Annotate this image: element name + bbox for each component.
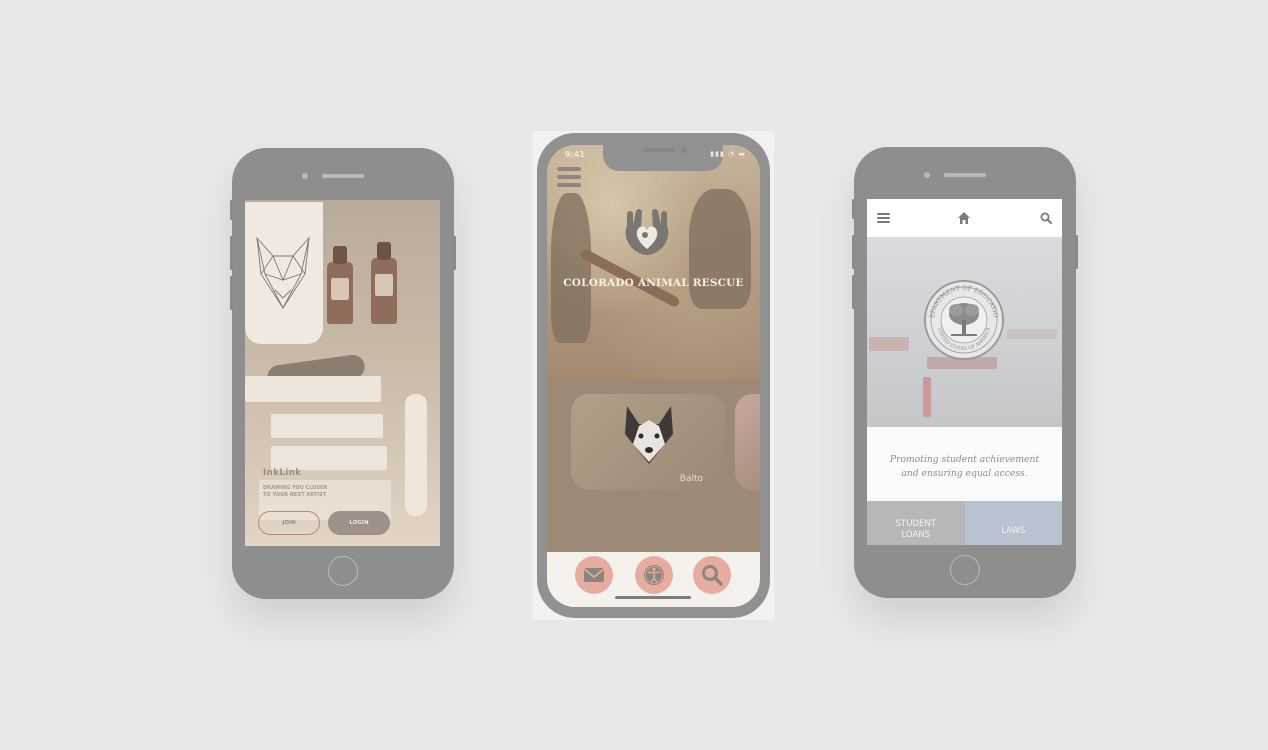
volume-down-button <box>852 275 855 309</box>
volume-up-button <box>852 235 855 269</box>
login-button[interactable]: LOGIN <box>328 511 390 535</box>
ink-bottle-2 <box>371 242 397 324</box>
tattoo-cup-image <box>245 202 323 344</box>
phone-mockup-rescue: 9:41 ▮▮▮ ◔ ▬ COLORADO ANIMAL RESCUE Balt… <box>537 133 770 618</box>
front-camera <box>302 173 308 179</box>
chair <box>923 377 931 417</box>
tile-label-line-1: STUDENT <box>895 519 936 529</box>
paper-sheet <box>271 414 383 438</box>
student-loans-tile[interactable]: STUDENT LOANS <box>867 501 965 545</box>
earpiece-speaker <box>322 174 364 178</box>
desk <box>869 337 909 351</box>
status-icons: ▮▮▮ ◔ ▬ <box>710 150 746 158</box>
rescue-title: COLORADO ANIMAL RESCUE <box>563 277 744 289</box>
inklink-tagline: DRAWING YOU CLOSER TO YOUR NEXT ARTIST <box>263 485 373 499</box>
tagline-line-2: TO YOUR NEXT ARTIST <box>263 492 327 498</box>
join-button[interactable]: JOIN <box>258 511 320 535</box>
search-icon <box>702 565 723 586</box>
phone-mockup-inklink: InkLink DRAWING YOU CLOSER TO YOUR NEXT … <box>230 148 456 599</box>
tagline-line-2: and ensuring equal access. <box>901 468 1028 479</box>
paper-sheet <box>245 376 381 402</box>
menu-icon[interactable] <box>557 167 581 191</box>
accessibility-button[interactable] <box>635 556 673 594</box>
top-nav-bar <box>867 199 1062 237</box>
husky-photo <box>625 406 673 464</box>
side-button <box>852 199 855 219</box>
status-time: 9:41 <box>565 150 585 159</box>
power-button <box>1075 235 1078 269</box>
dog-silhouette <box>551 193 591 343</box>
paper-sheet <box>271 446 387 470</box>
power-button <box>453 236 456 270</box>
department-seal-icon: DEPARTMENT OF EDUCATION UNITED STATES OF… <box>923 279 1004 360</box>
device-notch <box>603 145 723 171</box>
accessibility-icon <box>644 565 664 585</box>
volume-down-button <box>230 276 233 310</box>
inklink-screen: InkLink DRAWING YOU CLOSER TO YOUR NEXT … <box>245 200 440 546</box>
volume-up-button <box>230 236 233 270</box>
laws-tile[interactable]: LAWS <box>964 501 1062 545</box>
tile-label-line-2: LOANS <box>901 530 931 540</box>
pet-card-next[interactable] <box>735 394 760 490</box>
search-button[interactable] <box>693 556 731 594</box>
phone-mockup-education: DEPARTMENT OF EDUCATION UNITED STATES OF… <box>852 147 1078 598</box>
paper-towel-roll <box>405 394 427 516</box>
wolf-sketch-icon <box>256 236 310 309</box>
search-icon[interactable] <box>1038 210 1054 226</box>
side-button <box>230 200 233 220</box>
mail-button[interactable] <box>575 556 613 594</box>
education-tagline: Promoting student achievement and ensuri… <box>867 427 1062 501</box>
menu-icon[interactable] <box>876 210 892 226</box>
desk <box>1007 329 1057 339</box>
front-camera <box>924 172 930 178</box>
mail-icon <box>583 568 605 582</box>
home-button <box>950 555 980 585</box>
dog-silhouette <box>689 189 751 309</box>
tile-label: LAWS <box>1001 526 1026 536</box>
earpiece-speaker <box>944 173 986 177</box>
education-screen: DEPARTMENT OF EDUCATION UNITED STATES OF… <box>867 199 1062 545</box>
classroom-hero-image: DEPARTMENT OF EDUCATION UNITED STATES OF… <box>867 237 1062 427</box>
pet-carousel: Balto <box>547 380 760 552</box>
ink-bottle-1 <box>327 246 353 324</box>
home-indicator <box>615 596 691 599</box>
pet-card[interactable]: Balto <box>571 394 725 490</box>
hands-heart-logo-icon <box>625 209 669 255</box>
inklink-brand: InkLink <box>263 468 302 478</box>
home-button <box>328 556 358 586</box>
tagline-line-1: Promoting student achievement <box>889 454 1040 465</box>
pet-name: Balto <box>679 474 703 484</box>
home-icon[interactable] <box>956 210 972 226</box>
tagline-line-1: DRAWING YOU CLOSER <box>263 485 328 491</box>
rescue-screen: 9:41 ▮▮▮ ◔ ▬ COLORADO ANIMAL RESCUE Balt… <box>547 145 760 607</box>
